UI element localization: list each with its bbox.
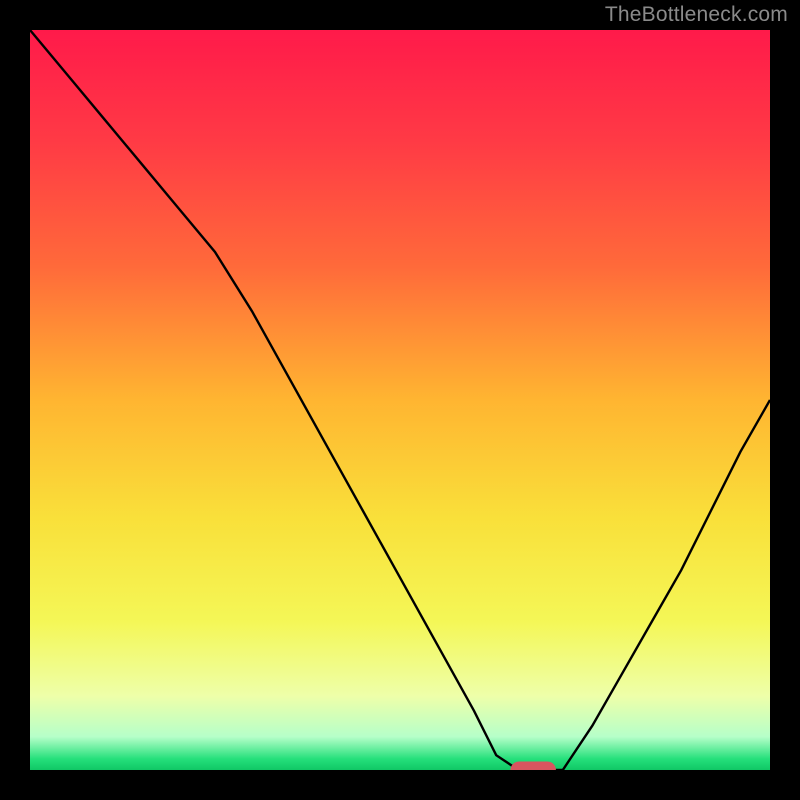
bottleneck-curve-chart (30, 30, 770, 770)
optimal-range-marker (511, 762, 555, 770)
attribution-text: TheBottleneck.com (605, 3, 788, 27)
chart-frame: TheBottleneck.com (0, 0, 800, 800)
plot-area (30, 30, 770, 770)
gradient-background (30, 30, 770, 770)
